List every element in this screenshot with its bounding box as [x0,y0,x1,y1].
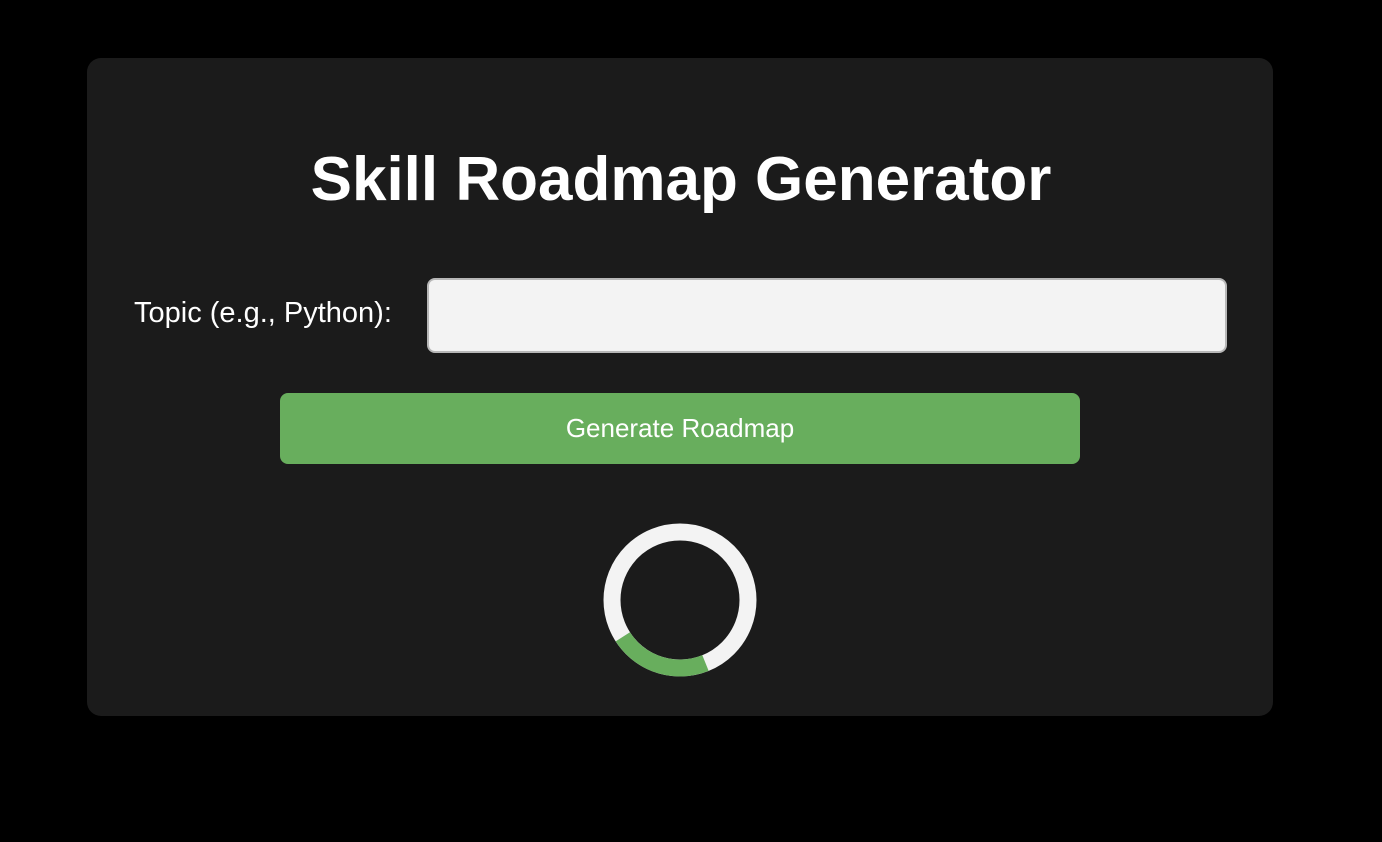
page-title: Skill Roadmap Generator [310,145,1052,214]
generate-roadmap-button[interactable]: Generate Roadmap [280,393,1080,464]
topic-input[interactable] [427,278,1227,353]
topic-label: Topic (e.g., Python): [134,297,392,329]
loading-spinner-icon [603,523,757,677]
